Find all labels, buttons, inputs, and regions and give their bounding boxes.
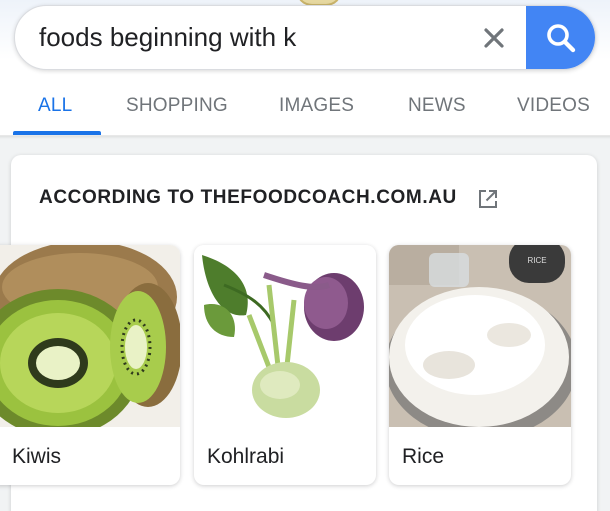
close-icon: [484, 28, 504, 48]
search-input[interactable]: [39, 6, 459, 69]
food-item-rice[interactable]: RICE Rice: [389, 245, 571, 485]
source-heading[interactable]: ACCORDING TO THEFOODCOACH.COM.AU: [39, 187, 457, 209]
search-results-page: ALL SHOPPING IMAGES NEWS VIDEOS ACCORDIN…: [0, 0, 610, 511]
kohlrabi-image: [194, 245, 376, 427]
food-label-kiwis: Kiwis: [12, 445, 62, 468]
food-item-kiwis[interactable]: Kiwis: [0, 245, 180, 485]
tab-shopping[interactable]: SHOPPING: [126, 86, 228, 136]
tab-images[interactable]: IMAGES: [279, 86, 354, 136]
clear-search-button[interactable]: [473, 17, 515, 59]
open-in-new-icon[interactable]: [477, 188, 499, 210]
rice-image: RICE: [389, 245, 571, 427]
tabs-divider: [0, 135, 610, 139]
tab-all[interactable]: ALL: [38, 86, 72, 136]
search-bar: [14, 5, 596, 70]
food-item-kohlrabi[interactable]: Kohlrabi: [194, 245, 376, 485]
food-label-kohlrabi: Kohlrabi: [207, 445, 285, 468]
kiwi-image: [0, 245, 180, 427]
tab-videos[interactable]: VIDEOS: [517, 86, 590, 136]
search-icon: [546, 23, 575, 52]
search-tabs: ALL SHOPPING IMAGES NEWS VIDEOS: [0, 86, 610, 136]
search-button[interactable]: [526, 6, 595, 69]
tab-news[interactable]: NEWS: [408, 86, 466, 136]
food-label-rice: Rice: [402, 445, 445, 468]
rice-container-label: RICE: [527, 256, 546, 265]
